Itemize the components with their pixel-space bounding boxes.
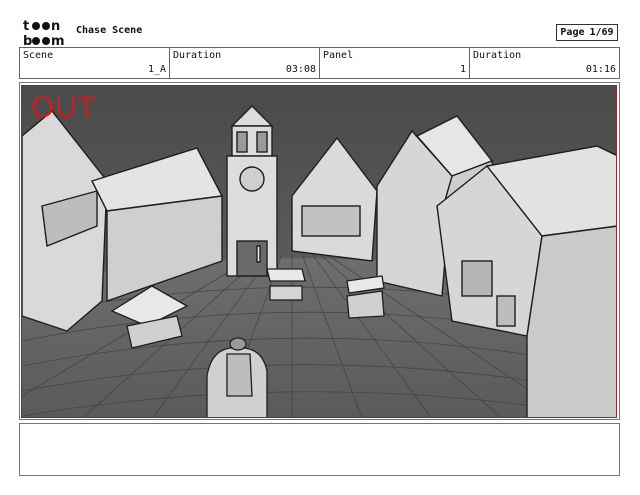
- scene-cell: Scene 1_A: [20, 48, 170, 78]
- scene-duration-value: 03:08: [285, 64, 316, 75]
- page-label: Page: [560, 27, 585, 38]
- panel-value: 1: [459, 64, 466, 75]
- panel-notes-area[interactable]: [19, 423, 620, 476]
- svg-text:n: n: [51, 19, 60, 34]
- town-square-sketch: [22, 86, 616, 417]
- panel-duration-value: 01:16: [585, 64, 616, 75]
- panel-duration-label: Duration: [473, 50, 522, 61]
- toon-boom-logo: t n b m: [23, 19, 65, 48]
- svg-text:m: m: [51, 34, 65, 48]
- scene-duration-label: Duration: [173, 50, 222, 61]
- storyboard-panel-image: [21, 85, 617, 418]
- project-title: Chase Scene: [76, 25, 143, 36]
- page-indicator: Page 1/69: [556, 24, 618, 41]
- scene-label: Scene: [23, 50, 54, 61]
- info-row: Scene 1_A Duration 03:08 Panel 1 Duratio…: [19, 47, 620, 79]
- transition-out-label: OUT: [31, 91, 96, 124]
- panel-duration-cell: Duration 01:16: [470, 48, 619, 78]
- svg-text:b: b: [23, 34, 32, 48]
- scene-value: 1_A: [147, 64, 166, 75]
- svg-text:t: t: [23, 19, 29, 34]
- panel-label: Panel: [323, 50, 354, 61]
- page-number: 1/69: [589, 27, 614, 38]
- panel-cell: Panel 1: [320, 48, 470, 78]
- scene-duration-cell: Duration 03:08: [170, 48, 320, 78]
